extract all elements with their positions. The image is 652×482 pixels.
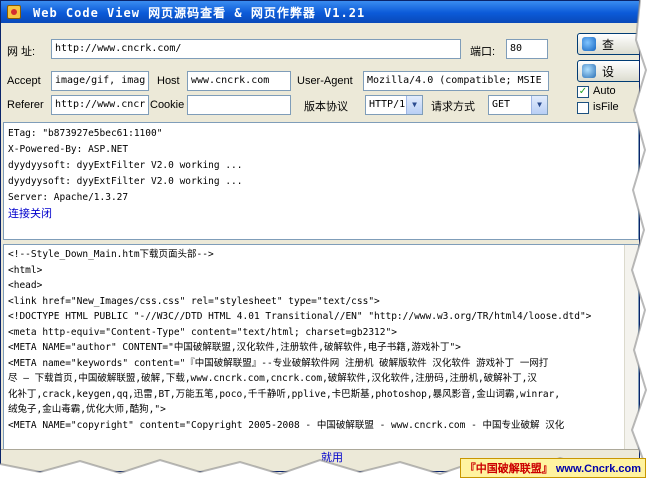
brand-cn: 『中国破解联盟』: [464, 463, 553, 475]
brand-watermark: 『中国破解联盟』 www.Cncrk.com: [459, 458, 646, 478]
torn-edge-overlay: [0, 0, 652, 482]
brand-url: www.Cncrk.com: [555, 463, 641, 475]
